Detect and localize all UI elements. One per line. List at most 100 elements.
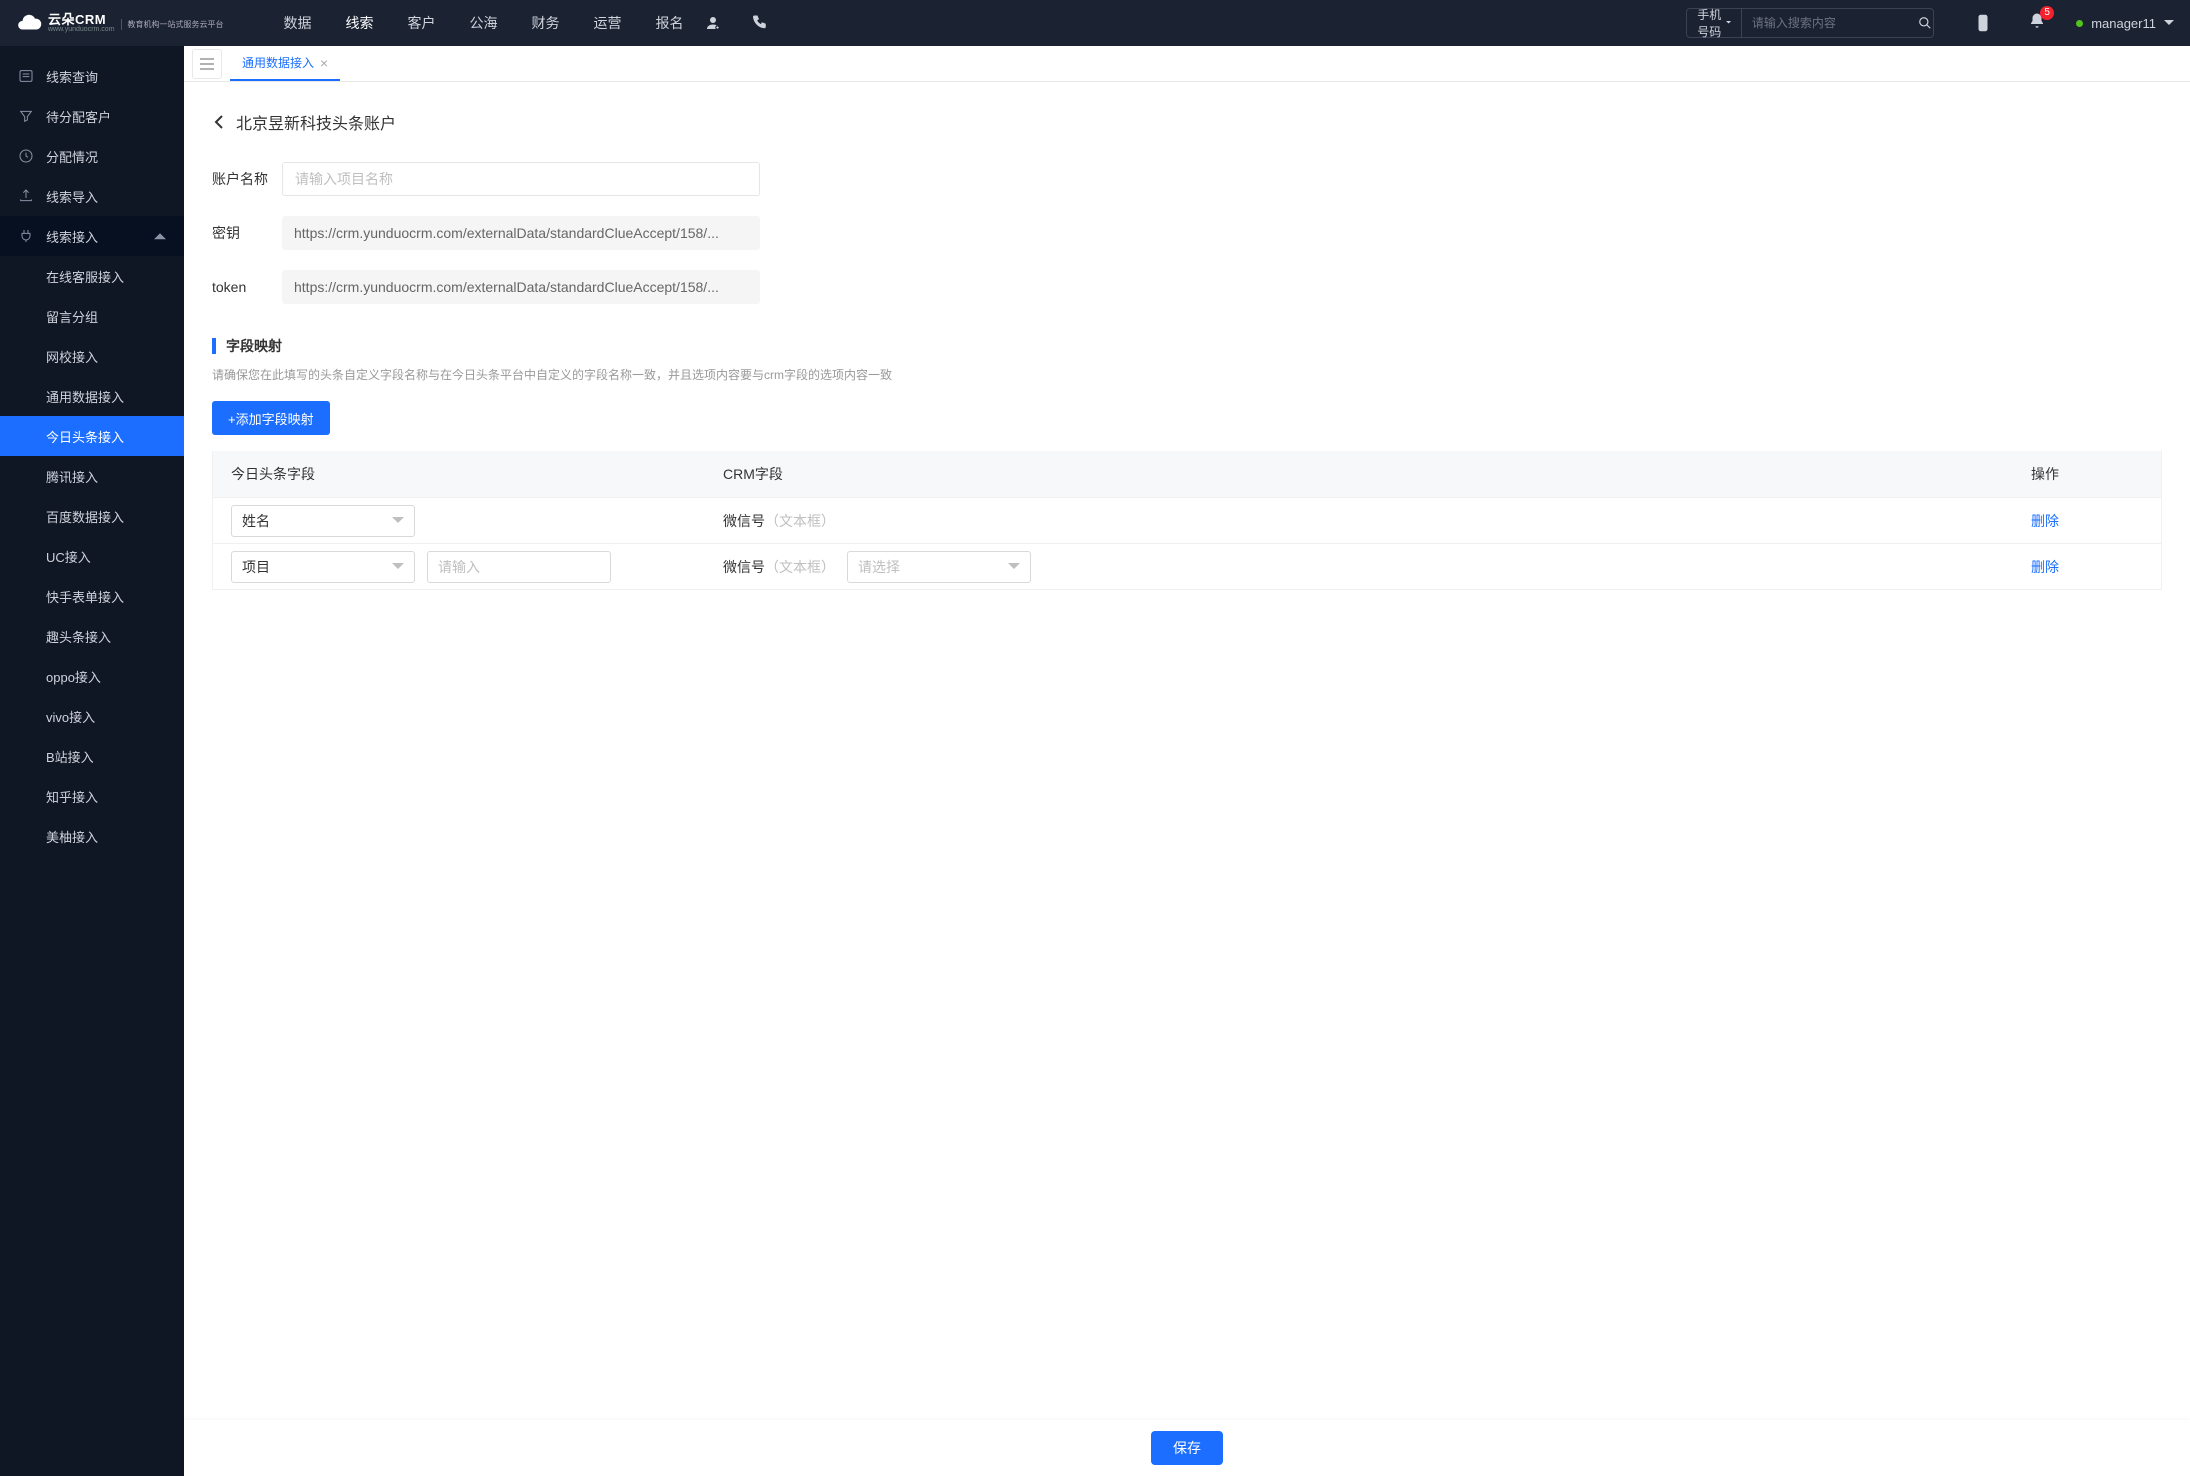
nav-item[interactable]: 报名 [656,13,684,33]
sidebar-item[interactable]: 线索查询 [0,56,184,96]
account-name-input[interactable] [282,162,760,196]
caret-down-icon [1726,21,1731,24]
add-field-mapping-button[interactable]: +添加字段映射 [212,401,330,435]
plug-icon [18,228,34,244]
sidebar-sub-item[interactable]: 腾讯接入 [0,456,184,496]
top-nav: 数据 线索 客户 公海 财务 运营 报名 [284,13,684,33]
search-input[interactable] [1742,16,1917,30]
mapping-table: 今日头条字段 CRM字段 操作 姓名微信号（文本框）删除项目微信号（文本框）请选… [212,451,2162,590]
chevron-down-icon [1008,563,1020,570]
token-label: token [212,279,282,295]
secret-value[interactable]: https://crm.yunduocrm.com/externalData/s… [282,216,760,250]
user-menu[interactable]: manager11 [2076,16,2174,31]
col-header-crm: CRM字段 [713,464,2031,484]
back-to-parent[interactable]: 北京昱新科技头条账户 [212,110,2162,134]
delete-row-link[interactable]: 删除 [2031,513,2059,529]
brand-logo[interactable]: 云朵CRM www.yunduocrm.com 教育机构一站式服务云平台 [16,10,224,36]
username: manager11 [2091,16,2156,31]
section-hint: 请确保您在此填写的头条自定义字段名称与在今日头条平台中自定义的字段名称一致，并且… [212,366,2162,383]
col-header-action: 操作 [2031,464,2161,484]
nav-item[interactable]: 客户 [408,13,436,33]
nav-item[interactable]: 数据 [284,13,312,33]
save-button[interactable]: 保存 [1151,1431,1223,1465]
chevron-left-icon [212,114,228,130]
filter-icon [18,108,34,124]
sidebar-sub-item[interactable]: 美柚接入 [0,816,184,856]
sidebar-item-label: 线索导入 [46,187,98,206]
list-icon [18,68,34,84]
sidebar-sub-item[interactable]: 留言分组 [0,296,184,336]
section-accent-bar [212,338,216,354]
sidebar-item-label: 待分配客户 [46,107,111,126]
mobile-icon[interactable] [1974,14,1992,32]
col-header-toutiao: 今日头条字段 [213,464,713,484]
sidebar-item[interactable]: 线索导入 [0,176,184,216]
brand-name: 云朵CRM [48,13,115,26]
main-panel: 通用数据接入 × 北京昱新科技头条账户 账户名称 密钥 https://crm.… [184,46,2190,1476]
sidebar-sub-item[interactable]: 快手表单接入 [0,576,184,616]
header-search: 手机号码 [1686,8,1934,38]
sidebar-sub-item[interactable]: vivo接入 [0,696,184,736]
secret-label: 密钥 [212,223,282,243]
sidebar-sub-item[interactable]: 通用数据接入 [0,376,184,416]
toutiao-field-select[interactable]: 项目 [231,551,415,583]
table-row: 项目微信号（文本框）请选择删除 [213,543,2161,589]
sidebar-sub-item[interactable]: 今日头条接入 [0,416,184,456]
footer-action-bar: 保存 [184,1420,2190,1476]
sidebar-sub-item[interactable]: UC接入 [0,536,184,576]
brand-domain: www.yunduocrm.com [48,26,115,33]
search-button[interactable] [1917,16,1933,30]
token-value[interactable]: https://crm.yunduocrm.com/externalData/s… [282,270,760,304]
nav-item[interactable]: 财务 [532,13,560,33]
sidebar-item-label: 线索查询 [46,67,98,86]
sidebar-sub-item[interactable]: oppo接入 [0,656,184,696]
sidebar-item-label: 分配情况 [46,147,98,166]
sidebar-sub-item[interactable]: 百度数据接入 [0,496,184,536]
nav-item[interactable]: 线索 [346,13,374,33]
chevron-up-icon [154,232,166,239]
top-header: 云朵CRM www.yunduocrm.com 教育机构一站式服务云平台 数据 线… [0,0,2190,46]
sidebar-item[interactable]: 待分配客户 [0,96,184,136]
section-title: 字段映射 [226,336,282,356]
sidebar-sub-item[interactable]: 在线客服接入 [0,256,184,296]
sidebar-group-label: 线索接入 [46,227,98,246]
upload-icon [18,188,34,204]
nav-item[interactable]: 公海 [470,13,498,33]
notification-badge: 5 [2040,6,2054,20]
sidebar-sub-item[interactable]: B站接入 [0,736,184,776]
search-type-label: 手机号码 [1697,6,1722,40]
search-type-select[interactable]: 手机号码 [1687,9,1742,37]
clock-icon [18,148,34,164]
sidebar-sub-item[interactable]: 趣头条接入 [0,616,184,656]
account-name-label: 账户名称 [212,169,282,189]
status-dot-icon [2076,20,2083,27]
sidebar-sub-item[interactable]: 网校接入 [0,336,184,376]
add-user-icon[interactable] [704,14,722,32]
search-icon [1918,16,1932,30]
tab-general-data-integration[interactable]: 通用数据接入 × [230,46,340,81]
table-header: 今日头条字段 CRM字段 操作 [213,451,2161,497]
cloud-icon [16,10,42,36]
sidebar-sub-item[interactable]: 知乎接入 [0,776,184,816]
close-icon[interactable]: × [320,55,328,71]
table-row: 姓名微信号（文本框）删除 [213,497,2161,543]
brand-tagline: 教育机构一站式服务云平台 [121,19,224,30]
chevron-down-icon [392,563,404,570]
delete-row-link[interactable]: 删除 [2031,559,2059,575]
toutiao-field-select[interactable]: 姓名 [231,505,415,537]
tab-label: 通用数据接入 [242,54,314,71]
sidebar-group-integrations[interactable]: 线索接入 [0,216,184,256]
crm-field-select[interactable]: 请选择 [847,551,1031,583]
toutiao-field-input[interactable] [427,551,611,583]
nav-item[interactable]: 运营 [594,13,622,33]
sidebar-item[interactable]: 分配情况 [0,136,184,176]
tab-bar: 通用数据接入 × [184,46,2190,82]
phone-icon[interactable] [750,14,768,32]
caret-down-icon [2164,20,2174,26]
sidebar: 线索查询待分配客户分配情况线索导入线索接入在线客服接入留言分组网校接入通用数据接… [0,46,184,1476]
chevron-down-icon [392,517,404,524]
hamburger-icon [200,58,214,70]
tabs-menu-button[interactable] [192,49,222,79]
page-title: 北京昱新科技头条账户 [236,110,396,134]
notifications-button[interactable]: 5 [2028,12,2046,35]
